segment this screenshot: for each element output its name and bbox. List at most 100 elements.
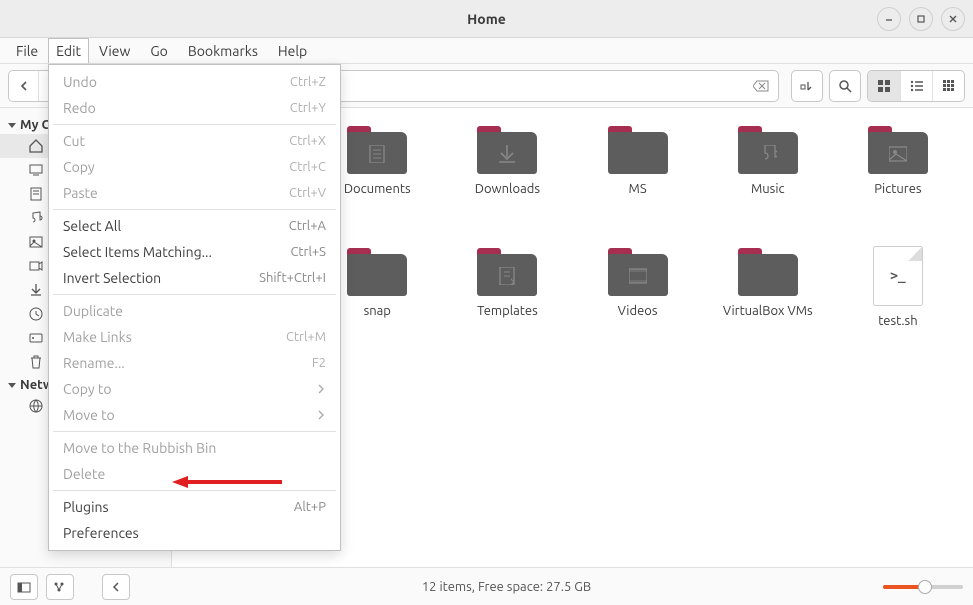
menu-item-plugins[interactable]: PluginsAlt+P: [49, 494, 340, 520]
menu-item-label: Delete: [63, 466, 105, 482]
file-item-ms[interactable]: MS: [582, 124, 692, 196]
menu-shortcut: Alt+P: [294, 500, 326, 514]
file-icon: >_: [873, 246, 923, 306]
folder-icon: [738, 246, 798, 296]
menu-item-label: Paste: [63, 185, 98, 201]
menu-item-label: Cut: [63, 133, 85, 149]
menu-item-make-links: Make Links Ctrl+M: [49, 324, 340, 350]
tree-toggle-button[interactable]: [46, 574, 74, 600]
search-icon: [838, 79, 852, 93]
menu-shortcut: Ctrl+Y: [290, 101, 326, 115]
menu-item-invert-selection[interactable]: Invert Selection Shift+Ctrl+I: [49, 265, 340, 291]
trash-icon: [28, 354, 44, 370]
menu-file[interactable]: File: [6, 38, 48, 63]
file-label: Music: [751, 182, 785, 196]
menu-item-label: Undo: [63, 74, 97, 90]
vid-icon: [28, 258, 44, 274]
list-view-button[interactable]: [900, 71, 932, 101]
menu-item-undo: UndoCtrl+Z: [49, 69, 340, 95]
menu-edit[interactable]: Edit: [48, 38, 89, 63]
chevron-right-icon: [316, 407, 326, 423]
home-icon: [28, 138, 44, 154]
file-item-videos[interactable]: Videos: [582, 246, 692, 328]
file-label: Templates: [477, 304, 538, 318]
chevron-down-icon: [8, 383, 16, 388]
window-title: Home: [467, 11, 506, 27]
window-controls: [877, 7, 965, 31]
places-toggle-button[interactable]: [10, 574, 38, 600]
menu-item-rename: Rename...F2: [49, 350, 340, 376]
menu-item-label: Move to the Rubbish Bin: [63, 440, 216, 456]
menu-item-move-to-the-rubbish-bin: Move to the Rubbish Bin: [49, 435, 340, 461]
menu-item-label: Preferences: [63, 525, 139, 541]
maximize-button[interactable]: [909, 7, 933, 31]
menu-view[interactable]: View: [89, 38, 140, 63]
menu-go[interactable]: Go: [140, 38, 177, 63]
menu-item-copy: Copy Ctrl+C: [49, 154, 340, 180]
menu-item-duplicate: Duplicate: [49, 298, 340, 324]
statusbar: 12 items, Free space: 27.5 GB: [0, 567, 973, 605]
menu-item-select-all[interactable]: Select All Ctrl+A: [49, 213, 340, 239]
menu-item-preferences[interactable]: Preferences: [49, 520, 340, 546]
desktop-icon: [28, 162, 44, 178]
menu-shortcut: Ctrl+M: [286, 330, 326, 344]
search-button[interactable]: [829, 70, 861, 102]
folder-icon: [738, 124, 798, 174]
titlebar: Home: [0, 0, 973, 38]
zoom-slider[interactable]: [883, 585, 963, 589]
music-icon: [28, 210, 44, 226]
file-item-pictures[interactable]: Pictures: [843, 124, 953, 196]
zoom-thumb[interactable]: [918, 580, 932, 594]
menu-shortcut: Shift+Ctrl+I: [259, 271, 326, 285]
menu-item-label: Move to: [63, 407, 115, 423]
menu-help[interactable]: Help: [268, 38, 317, 63]
file-label: MS: [629, 182, 647, 196]
menu-shortcut: Ctrl+A: [289, 219, 326, 233]
back-button[interactable]: [9, 71, 39, 101]
icon-view-button[interactable]: [868, 71, 900, 101]
menu-item-label: Invert Selection: [63, 270, 161, 286]
close-button[interactable]: [941, 7, 965, 31]
fs-icon: [28, 330, 44, 346]
file-item-templates[interactable]: Templates: [452, 246, 562, 328]
folder-icon: [347, 246, 407, 296]
file-label: Videos: [618, 304, 658, 318]
folder-icon: [347, 124, 407, 174]
menu-item-label: Duplicate: [63, 303, 123, 319]
menu-item-label: Make Links: [63, 329, 132, 345]
file-label: snap: [364, 304, 391, 318]
dl-icon: [28, 282, 44, 298]
file-item-virtualbox-vms[interactable]: VirtualBox VMs: [713, 246, 823, 328]
minimize-button[interactable]: [877, 7, 901, 31]
folder-icon: [477, 246, 537, 296]
location-clear-icon[interactable]: [750, 75, 772, 97]
chevron-down-icon: [8, 123, 16, 128]
folder-icon: [608, 124, 668, 174]
menu-item-label: Copy: [63, 159, 95, 175]
file-label: Documents: [344, 182, 411, 196]
annotation-arrow: [172, 472, 282, 492]
folder-icon: [608, 246, 668, 296]
menu-item-select-items-matching[interactable]: Select Items Matching...Ctrl+S: [49, 239, 340, 265]
file-label: Pictures: [874, 182, 921, 196]
menu-bookmarks[interactable]: Bookmarks: [178, 38, 268, 63]
file-label: test.sh: [878, 314, 917, 328]
compact-view-button[interactable]: [932, 71, 964, 101]
recent-icon: [28, 306, 44, 322]
file-item-test-sh[interactable]: >_ test.sh: [843, 246, 953, 328]
net-icon: [28, 398, 44, 414]
toggle-location-button[interactable]: [791, 70, 823, 102]
menubar: File Edit View Go Bookmarks Help: [0, 38, 973, 64]
menu-shortcut: Ctrl+X: [289, 134, 326, 148]
menu-item-label: Copy to: [63, 381, 112, 397]
file-item-music[interactable]: Music: [713, 124, 823, 196]
menu-item-label: Select All: [63, 218, 121, 234]
doc-icon: [28, 186, 44, 202]
menu-item-paste: PasteCtrl+V: [49, 180, 340, 206]
close-sidebar-button[interactable]: [102, 574, 130, 600]
menu-item-label: Rename...: [63, 355, 125, 371]
file-item-downloads[interactable]: Downloads: [452, 124, 562, 196]
menu-shortcut: Ctrl+C: [289, 160, 326, 174]
folder-icon: [868, 124, 928, 174]
menu-item-label: Redo: [63, 100, 96, 116]
